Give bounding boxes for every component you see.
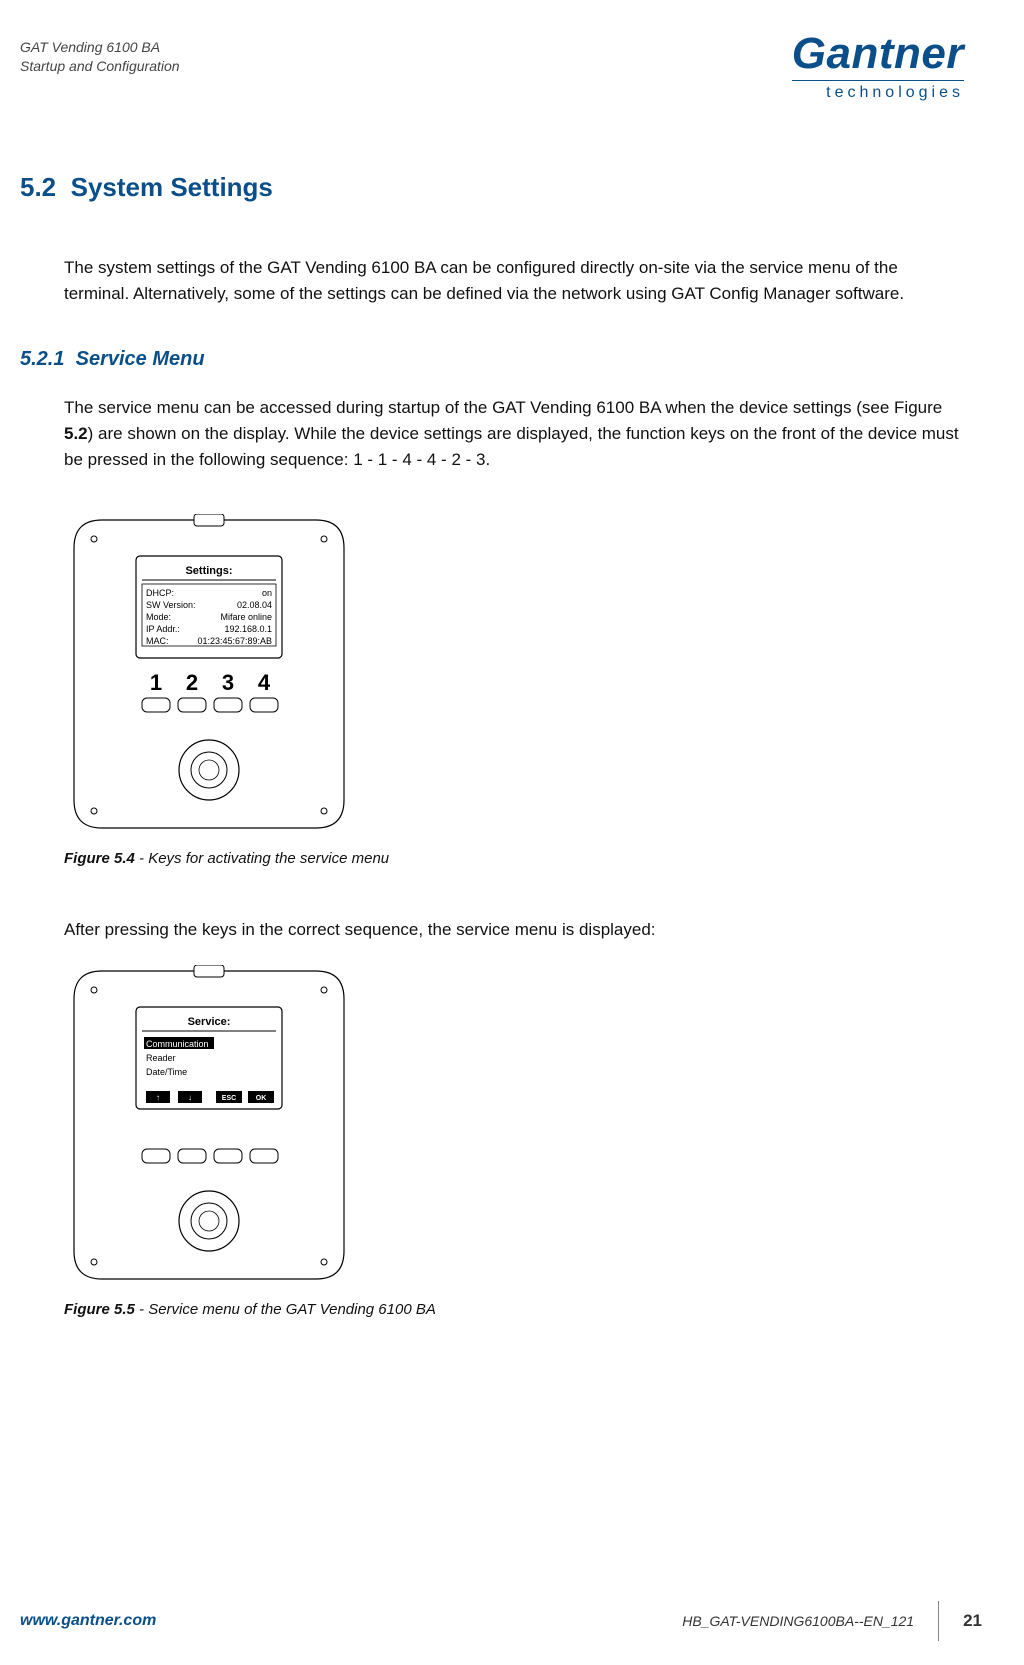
menu-item-communication: Communication bbox=[146, 1039, 209, 1049]
brand-sub: technologies bbox=[792, 80, 964, 102]
footer-doc-code: HB_GAT-VENDING6100BA--EN_121 bbox=[682, 1613, 914, 1629]
figure-5-4-caption: Figure 5.4 - Keys for activating the ser… bbox=[64, 850, 964, 867]
footer-url: www.gantner.com bbox=[20, 1612, 156, 1630]
menu-item-reader: Reader bbox=[146, 1053, 176, 1063]
figure-5-5: Service: Communication Reader Date/Time … bbox=[64, 965, 964, 1318]
heading-5-2-num: 5.2 bbox=[20, 172, 56, 202]
device-illustration-5-4: Settings: DHCP: on SW Version: 02.08.04 Mo… bbox=[64, 514, 354, 834]
doc-title-line2: Startup and Configuration bbox=[20, 57, 180, 76]
svg-text:02.08.04: 02.08.04 bbox=[237, 600, 272, 610]
doc-title-line1: GAT Vending 6100 BA bbox=[20, 38, 180, 57]
svg-text:DHCP:: DHCP: bbox=[146, 588, 174, 598]
key-label-4: 4 bbox=[258, 670, 271, 695]
svg-text:Mifare online: Mifare online bbox=[220, 612, 272, 622]
subsection-intro: The service menu can be accessed during … bbox=[64, 395, 964, 474]
svg-text:OK: OK bbox=[256, 1095, 267, 1102]
svg-text:↓: ↓ bbox=[188, 1093, 192, 1102]
svg-text:on: on bbox=[262, 588, 272, 598]
heading-5-2-1-num: 5.2.1 bbox=[20, 348, 64, 370]
key-label-1: 1 bbox=[150, 670, 162, 695]
heading-5-2: 5.2 System Settings bbox=[20, 172, 964, 203]
page-footer: www.gantner.com HB_GAT-VENDING6100BA--EN… bbox=[20, 1601, 1004, 1641]
heading-5-2-1-title: Service Menu bbox=[76, 348, 205, 370]
menu-item-datetime: Date/Time bbox=[146, 1067, 187, 1077]
key-label-2: 2 bbox=[186, 670, 198, 695]
brand-logo: Gantner technologies bbox=[792, 32, 964, 102]
svg-text:01:23:45:67:89:AB: 01:23:45:67:89:AB bbox=[197, 636, 272, 646]
svg-text:MAC:: MAC: bbox=[146, 636, 169, 646]
footer-page-number: 21 bbox=[963, 1611, 1004, 1631]
svg-text:SW Version:: SW Version: bbox=[146, 600, 196, 610]
key-label-3: 3 bbox=[222, 670, 234, 695]
screen-title-settings: Settings: bbox=[185, 565, 232, 577]
svg-text:ESC: ESC bbox=[222, 1095, 236, 1102]
screen-title-service: Service: bbox=[188, 1016, 231, 1028]
figure-5-5-caption: Figure 5.5 - Service menu of the GAT Ven… bbox=[64, 1301, 964, 1318]
figure-5-4: Settings: DHCP: on SW Version: 02.08.04 Mo… bbox=[64, 514, 964, 867]
svg-text:IP Addr.:: IP Addr.: bbox=[146, 624, 180, 634]
mid-paragraph: After pressing the keys in the correct s… bbox=[64, 917, 964, 943]
doc-header: GAT Vending 6100 BA Startup and Configur… bbox=[20, 32, 180, 76]
brand-main: Gantner bbox=[792, 32, 964, 76]
svg-text:Mode:: Mode: bbox=[146, 612, 171, 622]
section-intro: The system settings of the GAT Vending 6… bbox=[64, 255, 964, 308]
heading-5-2-1: 5.2.1 Service Menu bbox=[20, 348, 964, 371]
figure-ref-5-2: 5.2 bbox=[64, 424, 88, 443]
svg-text:↑: ↑ bbox=[156, 1093, 160, 1102]
device-illustration-5-5: Service: Communication Reader Date/Time … bbox=[64, 965, 354, 1285]
svg-text:192.168.0.1: 192.168.0.1 bbox=[224, 624, 272, 634]
heading-5-2-title: System Settings bbox=[71, 172, 273, 202]
